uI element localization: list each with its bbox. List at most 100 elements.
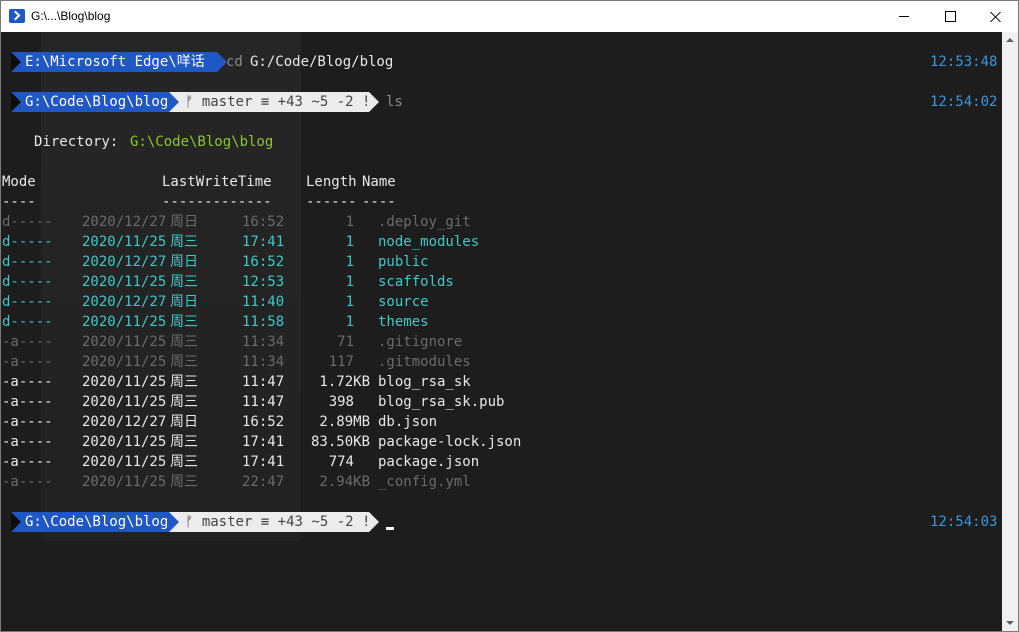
header-lastwritetime: LastWriteTime xyxy=(162,174,272,190)
table-row: d----- 2020/12/27 周日 16:52 1 public xyxy=(1,252,1002,272)
table-row: -a---- 2020/11/25 周三 11:47 398 blog_rsa_sk.pu… xyxy=(1,392,1002,412)
cell-length: 1 xyxy=(345,254,354,270)
scroll-down-icon[interactable] xyxy=(1002,615,1018,631)
table-row: d----- 2020/11/25 周三 12:53 1 scaffolds xyxy=(1,272,1002,292)
cell-date: 2020/11/25 xyxy=(82,234,167,250)
cell-day: 周三 xyxy=(170,474,198,490)
vertical-scrollbar[interactable] xyxy=(1002,32,1018,631)
terminal-output[interactable]: E:\Microsoft Edge\咩话 cd G:/Code/Blog/blo… xyxy=(1,32,1002,631)
header-mode: Mode xyxy=(2,174,36,190)
cell-day: 周三 xyxy=(170,374,198,390)
cell-name: .deploy_git xyxy=(378,214,471,230)
underline-mode: ---- xyxy=(2,194,36,210)
text-cursor xyxy=(386,527,394,530)
cell-time: 22:47 xyxy=(242,474,285,490)
cell-name: blog_rsa_sk xyxy=(378,374,471,390)
cell-date: 2020/11/25 xyxy=(82,394,167,410)
cell-mode: -a---- xyxy=(2,474,53,490)
cell-name: package-lock.json xyxy=(378,434,522,450)
table-row: -a---- 2020/12/27 周日 16:52 2.89MB db.json xyxy=(1,412,1002,432)
cell-length: 71 xyxy=(337,334,354,350)
cell-day: 周日 xyxy=(170,214,198,230)
table-row: d----- 2020/11/25 周三 11:58 1 themes xyxy=(1,312,1002,332)
cell-time: 17:41 xyxy=(242,454,285,470)
cell-mode: d----- xyxy=(2,234,53,250)
minimize-button[interactable] xyxy=(881,1,927,32)
cell-mode: d----- xyxy=(2,294,53,310)
cell-length: 1 xyxy=(345,294,354,310)
cell-date: 2020/11/25 xyxy=(82,434,167,450)
cell-length: 1 xyxy=(345,274,354,290)
prompt-time: 12:54:03 xyxy=(930,514,998,530)
table-row: -a---- 2020/11/25 周三 17:41 83.50KB package-lo… xyxy=(1,432,1002,452)
close-button[interactable] xyxy=(973,1,1018,32)
cell-mode: d----- xyxy=(2,314,53,330)
cell-mode: -a---- xyxy=(2,354,53,370)
cell-length: 398 xyxy=(328,394,354,410)
command-argument: G:/Code/Blog/blog xyxy=(250,54,394,70)
listing-header: Mode LastWriteTime Length Name xyxy=(1,172,1002,192)
prompt-line: G:\Code\Blog\blog ᚠ master ≡ +43 ~5 -2 !… xyxy=(1,512,1002,532)
scroll-up-icon[interactable] xyxy=(1002,32,1018,48)
prompt-path-segment: G:\Code\Blog\blog xyxy=(11,92,169,112)
cell-time: 17:41 xyxy=(242,434,285,450)
cell-date: 2020/12/27 xyxy=(82,214,167,230)
cell-time: 11:47 xyxy=(242,394,285,410)
cell-date: 2020/11/25 xyxy=(82,454,167,470)
cell-mode: -a---- xyxy=(2,394,53,410)
cell-name: .gitignore xyxy=(378,334,463,350)
cell-day: 周三 xyxy=(170,274,198,290)
table-row: -a---- 2020/11/25 周三 11:34 117 .gitmodules xyxy=(1,352,1002,372)
cell-date: 2020/12/27 xyxy=(82,254,167,270)
cell-length: 1.72KB xyxy=(319,374,370,390)
prompt-time: 12:53:48 xyxy=(930,54,998,70)
cell-length: 2.89MB xyxy=(319,414,370,430)
cell-day: 周三 xyxy=(170,394,198,410)
prompt-line: E:\Microsoft Edge\咩话 cd G:/Code/Blog/blo… xyxy=(1,52,1002,72)
cell-day: 周日 xyxy=(170,294,198,310)
cell-date: 2020/11/25 xyxy=(82,474,167,490)
title-bar[interactable]: G:\...\Blog\blog xyxy=(1,1,1018,32)
cell-name: blog_rsa_sk.pub xyxy=(378,394,505,410)
cell-mode: -a---- xyxy=(2,434,53,450)
cell-name: themes xyxy=(378,314,429,330)
directory-path: G:\Code\Blog\blog xyxy=(130,134,274,150)
table-row: -a---- 2020/11/25 周三 11:47 1.72KB blog_rsa_sk xyxy=(1,372,1002,392)
listing-header-underline: ---- ------------- ------ ---- xyxy=(1,192,1002,212)
maximize-button[interactable] xyxy=(927,1,973,32)
cell-length: 1 xyxy=(345,314,354,330)
minimize-icon xyxy=(899,16,909,17)
cell-mode: d----- xyxy=(2,254,53,270)
table-row: -a---- 2020/11/25 周三 22:47 2.94KB _config.yml xyxy=(1,472,1002,492)
cell-length: 774 xyxy=(328,454,354,470)
cell-time: 11:58 xyxy=(242,314,285,330)
cell-mode: -a---- xyxy=(2,454,53,470)
underline-length: ------ xyxy=(306,194,357,210)
powerline-separator xyxy=(169,92,179,112)
header-length: Length xyxy=(306,174,357,190)
command-name: ls xyxy=(386,94,403,110)
cell-day: 周日 xyxy=(170,254,198,270)
cell-day: 周三 xyxy=(170,314,198,330)
cell-date: 2020/11/25 xyxy=(82,314,167,330)
powershell-icon xyxy=(9,9,25,23)
close-icon xyxy=(990,11,1002,23)
table-row: d----- 2020/12/27 周日 16:52 1 .deploy_git xyxy=(1,212,1002,232)
cell-name: node_modules xyxy=(378,234,480,250)
directory-label: Directory: xyxy=(34,134,119,150)
underline-name: ---- xyxy=(362,194,396,210)
prompt-line: G:\Code\Blog\blog ᚠ master ≡ +43 ~5 -2 !… xyxy=(1,92,1002,112)
powerline-separator xyxy=(369,512,379,532)
cell-date: 2020/11/25 xyxy=(82,274,167,290)
cell-date: 2020/11/25 xyxy=(82,334,167,350)
underline-lastwritetime: ------------- xyxy=(162,194,272,210)
cell-time: 16:52 xyxy=(242,414,285,430)
command-name: cd xyxy=(226,54,243,70)
cell-name: .gitmodules xyxy=(378,354,471,370)
cell-date: 2020/12/27 xyxy=(82,294,167,310)
directory-line: Directory: G:\Code\Blog\blog xyxy=(1,132,1002,152)
cell-name: _config.yml xyxy=(378,474,471,490)
window-title: G:\...\Blog\blog xyxy=(31,9,111,23)
cell-mode: d----- xyxy=(2,214,53,230)
table-row: d----- 2020/11/25 周三 17:41 1 node_modules xyxy=(1,232,1002,252)
